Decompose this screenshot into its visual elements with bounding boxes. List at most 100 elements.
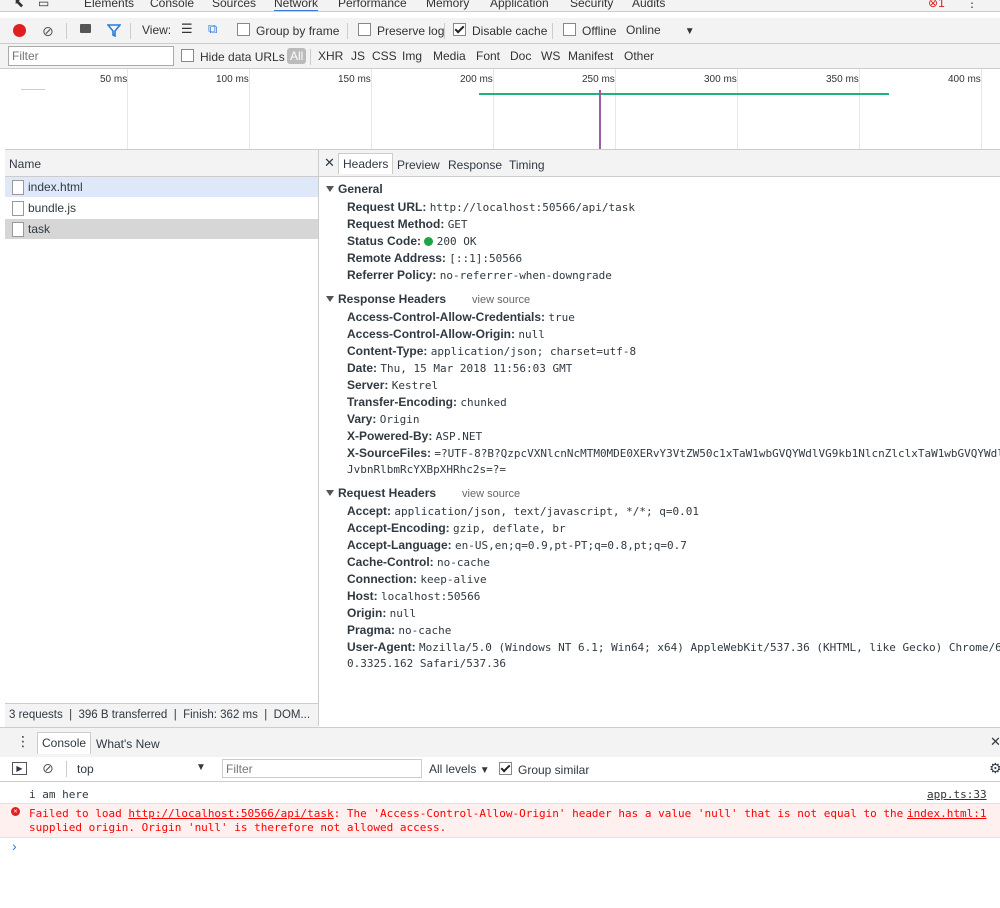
header-value: application/json, text/javascript, */*; … [394, 505, 699, 518]
tab-preview[interactable]: Preview [397, 158, 440, 172]
header-row: X-Powered-By: ASP.NET [347, 429, 482, 443]
filter-type-js[interactable]: JS [351, 49, 365, 63]
view-source-link[interactable]: view source [472, 294, 530, 306]
error-source-link[interactable]: index.html:1 [907, 807, 986, 820]
console-filter-input[interactable] [222, 759, 422, 778]
request-headers-title: Request Headers [338, 486, 437, 500]
request-row[interactable]: bundle.js [5, 198, 318, 218]
throttling-select[interactable]: Online ▼ [626, 23, 695, 37]
filter-type-media[interactable]: Media [433, 49, 466, 63]
drawer-menu-icon[interactable]: ⋮ [16, 733, 30, 750]
header-row: Vary: Origin [347, 412, 419, 426]
filter-input[interactable] [8, 46, 174, 66]
checkbox-icon [181, 49, 194, 62]
detail-tab-bar: ✕ Headers Preview Response Timing [319, 150, 1000, 177]
device-toolbar-icon[interactable]: ▭ [38, 0, 49, 10]
tab-performance[interactable]: Performance [338, 0, 407, 10]
header-key: Content-Type: [347, 344, 428, 358]
header-value: Kestrel [391, 379, 439, 392]
filter-type-img[interactable]: Img [402, 49, 422, 63]
header-row: User-Agent: Mozilla/5.0 (Windows NT 6.1;… [347, 640, 1000, 654]
tab-elements[interactable]: Elements [84, 0, 134, 10]
header-value: true [548, 311, 575, 324]
timeline-gridline [371, 69, 372, 149]
tab-audits[interactable]: Audits [632, 0, 665, 10]
request-row[interactable]: index.html [5, 177, 318, 197]
general-section-header[interactable]: General [326, 182, 383, 196]
record-icon[interactable] [13, 24, 26, 37]
timeline-tick-label: 50 ms [100, 74, 128, 85]
header-value: no-referrer-when-downgrade [439, 269, 612, 282]
network-toolbar: ⊘ View: ☰ ⧉ Group by frame Preserve log … [0, 18, 1000, 44]
error-count-badge[interactable]: ⊗1 [928, 0, 945, 10]
group-by-frame-checkbox[interactable]: Group by frame [237, 23, 339, 38]
log-levels-select[interactable]: All levels ▼ [429, 762, 490, 776]
response-headers-section-header[interactable]: Response Headers view source [326, 292, 530, 306]
group-similar-checkbox[interactable]: Group similar [499, 762, 589, 777]
filter-type-font[interactable]: Font [476, 49, 500, 63]
preserve-log-checkbox[interactable]: Preserve log [358, 23, 444, 38]
drawer-tab-console[interactable]: Console [37, 732, 92, 754]
header-value: Mozilla/5.0 (Windows NT 6.1; Win64; x64)… [419, 641, 1000, 654]
name-column-header[interactable]: Name [5, 150, 318, 177]
disable-cache-checkbox[interactable]: Disable cache [453, 23, 547, 38]
console-settings-icon[interactable]: ⚙ [989, 760, 1000, 777]
console-toolbar: ▶ ⊘ top ▼ All levels ▼ Group similar ⚙ [0, 757, 1000, 782]
chevron-down-icon: ▼ [684, 26, 695, 37]
log-source-link[interactable]: app.ts:33 [927, 788, 987, 801]
timeline-bar [21, 89, 45, 90]
header-value: no-cache [398, 624, 452, 637]
filter-type-xhr[interactable]: XHR [318, 49, 343, 63]
header-row: Connection: keep-alive [347, 572, 487, 586]
tab-headers[interactable]: Headers [338, 153, 394, 174]
header-row: Cache-Control: no-cache [347, 555, 490, 569]
error-url-link[interactable]: http://localhost:50566/api/task [128, 807, 333, 820]
more-options-icon[interactable]: ⋮ [966, 0, 978, 10]
inspect-element-icon[interactable]: ⬉ [14, 0, 24, 10]
filter-type-manifest[interactable]: Manifest [568, 49, 613, 63]
request-row-selected[interactable]: task [5, 219, 318, 239]
request-headers-section-header[interactable]: Request Headers view source [326, 486, 520, 500]
show-sidebar-icon[interactable]: ▶ [12, 762, 27, 775]
tab-response[interactable]: Response [448, 158, 502, 172]
tab-security[interactable]: Security [570, 0, 613, 10]
throttling-value: Online [626, 23, 661, 37]
close-icon[interactable]: ✕ [324, 155, 335, 171]
tab-timing[interactable]: Timing [509, 158, 545, 172]
filter-type-all[interactable]: All [287, 48, 307, 64]
header-value: localhost:50566 [381, 590, 481, 603]
filter-type-css[interactable]: CSS [372, 49, 397, 63]
context-select[interactable]: top [77, 762, 94, 776]
header-key: Origin: [347, 606, 387, 620]
offline-checkbox[interactable]: Offline [563, 23, 616, 38]
tab-console[interactable]: Console [150, 0, 194, 10]
timeline-tick-label: 100 ms [216, 74, 249, 85]
tab-network[interactable]: Network [274, 0, 319, 11]
header-key: X-SourceFiles: [347, 446, 432, 460]
clear-icon[interactable]: ⊘ [42, 23, 54, 40]
toolbar-divider [552, 23, 553, 39]
filter-type-ws[interactable]: WS [541, 49, 560, 63]
tab-application[interactable]: Application [490, 0, 549, 10]
header-value: no-cache [437, 556, 490, 569]
capture-screenshots-icon[interactable] [80, 24, 91, 33]
hide-data-urls-checkbox[interactable]: Hide data URLs [181, 49, 285, 64]
checkbox-icon [237, 23, 250, 36]
chevron-down-icon[interactable]: ▼ [196, 762, 206, 773]
header-value: GET [447, 218, 468, 231]
overview-icon[interactable]: ⧉ [208, 21, 217, 37]
filter-icon[interactable] [107, 23, 121, 37]
timeline-overview[interactable]: 50 ms 100 ms 150 ms 200 ms 250 ms 300 ms… [5, 69, 1000, 150]
drawer-tab-whats-new[interactable]: What's New [96, 737, 160, 751]
tab-sources[interactable]: Sources [212, 0, 256, 10]
header-row: Accept-Encoding: gzip, deflate, br [347, 521, 566, 535]
tab-memory[interactable]: Memory [426, 0, 469, 10]
filter-type-other[interactable]: Other [624, 49, 654, 63]
clear-console-icon[interactable]: ⊘ [42, 760, 54, 777]
large-rows-icon[interactable]: ☰ [181, 21, 193, 37]
close-drawer-icon[interactable]: ✕ [990, 734, 1000, 750]
view-source-link[interactable]: view source [462, 488, 520, 500]
filter-type-doc[interactable]: Doc [510, 49, 531, 63]
console-prompt[interactable]: › [12, 838, 17, 854]
header-row: Date: Thu, 15 Mar 2018 11:56:03 GMT [347, 361, 572, 375]
